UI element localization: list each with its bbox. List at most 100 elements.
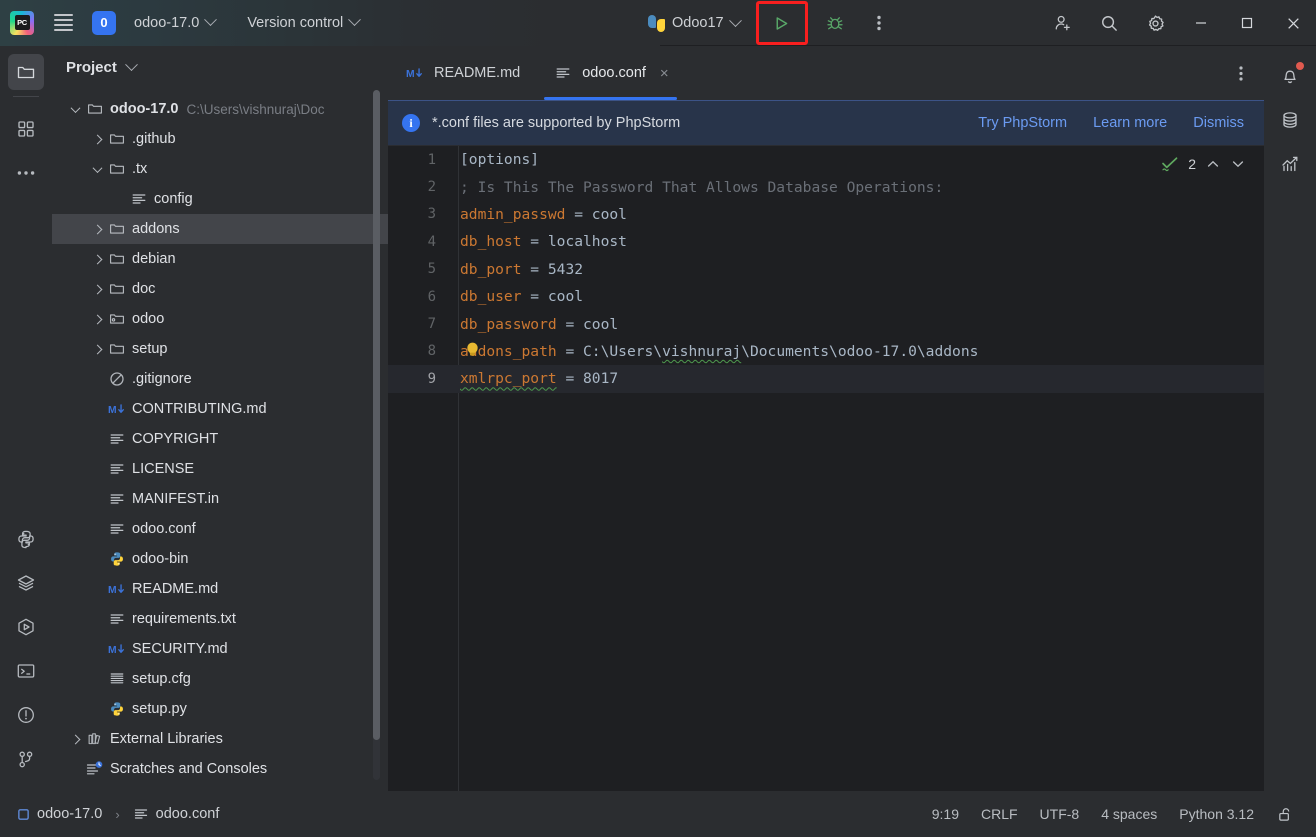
chevron-right-icon[interactable] [88, 334, 106, 364]
line-separator-widget[interactable]: CRLF [970, 801, 1029, 827]
chevron-up-icon[interactable] [1205, 156, 1221, 172]
tree-item-addons[interactable]: addons [52, 214, 388, 244]
sidebar-item-run[interactable] [8, 609, 44, 645]
tree-item-label: README.md [132, 581, 219, 597]
chevron-down-icon[interactable] [124, 57, 138, 71]
tree-item-manifest-in[interactable]: MANIFEST.in [52, 484, 388, 514]
breadcrumb-item-module[interactable]: odoo-17.0 [12, 803, 107, 825]
chevron-right-icon[interactable] [88, 274, 106, 304]
sidebar-item-terminal[interactable] [8, 653, 44, 689]
close-tab-icon[interactable]: × [660, 66, 669, 81]
banner-action-learn-more[interactable]: Learn more [1093, 115, 1167, 131]
tree-item-security-md[interactable]: M SECURITY.md [52, 634, 388, 664]
tree-item--gitignore[interactable]: .gitignore [52, 364, 388, 394]
close-icon[interactable] [1270, 0, 1316, 46]
tree-item-config[interactable]: config [52, 184, 388, 214]
debug-button[interactable] [818, 8, 852, 38]
tree-item-external-libraries[interactable]: External Libraries [52, 724, 388, 754]
tree-item-readme-md[interactable]: M README.md [52, 574, 388, 604]
sidebar-item-version-control[interactable] [8, 741, 44, 777]
chevron-down-icon[interactable] [88, 154, 106, 184]
tree-item--github[interactable]: .github [52, 124, 388, 154]
tree-item--tx[interactable]: .tx [52, 154, 388, 184]
sidebar-item-project[interactable] [8, 54, 44, 90]
tree-item-scratches-and-consoles[interactable]: Scratches and Consoles [52, 754, 388, 784]
chevron-right-icon[interactable] [88, 214, 106, 244]
hamburger-menu-icon[interactable] [48, 8, 78, 38]
banner-action-try-phpstorm[interactable]: Try PhpStorm [978, 115, 1067, 131]
tree-item-setup-cfg[interactable]: setup.cfg [52, 664, 388, 694]
chevron-down-icon[interactable] [66, 94, 84, 124]
folder-icon [106, 334, 128, 364]
code-line-1[interactable]: 1 [options] [388, 146, 1264, 173]
python-icon [106, 694, 128, 724]
tree-item-odoo-bin[interactable]: odoo-bin [52, 544, 388, 574]
inspection-widget[interactable]: 2 [1161, 156, 1246, 172]
code-line-6[interactable]: 6 db_user = cool [388, 283, 1264, 310]
banner-actions: Try PhpStorm Learn more Dismiss [978, 115, 1250, 131]
version-control-button[interactable]: Version control [238, 10, 368, 36]
tree-item-label: odoo-17.0 [110, 101, 179, 117]
maximize-icon[interactable] [1224, 0, 1270, 46]
tree-item-odoo-17-0[interactable]: odoo-17.0 C:\Users\vishnuraj\Doc [52, 94, 388, 124]
unlocked-icon[interactable] [1265, 802, 1304, 827]
status-bar: odoo-17.0 › odoo.conf 9:19 CRLF UTF-8 4 … [0, 791, 1316, 837]
more-vertical-icon[interactable] [862, 8, 896, 38]
editor-tab-readme-md[interactable]: M README.md [388, 46, 536, 100]
code-line-9[interactable]: 9 xmlrpc_port = 8017 [388, 365, 1264, 393]
tree-item-odoo[interactable]: odoo [52, 304, 388, 334]
gear-icon[interactable] [1132, 0, 1178, 46]
text-file-icon [134, 809, 147, 819]
tree-item-contributing-md[interactable]: M CONTRIBUTING.md [52, 394, 388, 424]
breadcrumb-item-file[interactable]: odoo.conf [128, 803, 225, 825]
chevron-down-icon[interactable] [1230, 156, 1246, 172]
add-user-icon[interactable] [1040, 0, 1086, 46]
code-line-7[interactable]: 7 db_password = cool [388, 310, 1264, 337]
code-line-3[interactable]: 3 admin_passwd = cool [388, 201, 1264, 228]
code-line-4[interactable]: 4 db_host = localhost [388, 228, 1264, 255]
project-name-button[interactable]: odoo-17.0 [125, 10, 224, 36]
tree-item-label: LICENSE [132, 461, 195, 477]
minimize-icon[interactable] [1178, 0, 1224, 46]
chevron-right-icon[interactable] [88, 304, 106, 334]
run-configuration-selector[interactable]: Odoo17 [640, 11, 748, 36]
tree-item-label: .tx [132, 161, 148, 177]
chevron-right-icon[interactable] [88, 124, 106, 154]
python-icon [648, 14, 665, 32]
interpreter-widget[interactable]: Python 3.12 [1168, 801, 1265, 827]
tree-item-requirements-txt[interactable]: requirements.txt [52, 604, 388, 634]
tree-item-license[interactable]: LICENSE [52, 454, 388, 484]
sidebar-item-layers[interactable] [8, 565, 44, 601]
sidebar-item-notifications[interactable] [1272, 58, 1308, 94]
project-vertical-scrollbar[interactable] [373, 90, 380, 780]
sidebar-item-problems[interactable] [8, 697, 44, 733]
chevron-right-icon[interactable] [88, 244, 106, 274]
caret-position-widget[interactable]: 9:19 [921, 801, 970, 827]
editor-tabs-more-icon[interactable] [1228, 60, 1254, 86]
sidebar-item-python-packages[interactable] [8, 521, 44, 557]
tree-item-doc[interactable]: doc [52, 274, 388, 304]
tree-item-setup-py[interactable]: setup.py [52, 694, 388, 724]
chevron-right-icon[interactable] [66, 724, 84, 754]
encoding-widget[interactable]: UTF-8 [1029, 801, 1091, 827]
tree-arrow-placeholder [88, 634, 106, 664]
code-editor[interactable]: 1 [options] 2 ; Is This The Password That A… [388, 146, 1264, 791]
tree-item-copyright[interactable]: COPYRIGHT [52, 424, 388, 454]
sidebar-item-structure[interactable] [8, 111, 44, 147]
tree-arrow-placeholder [88, 364, 106, 394]
tree-item-odoo-conf[interactable]: odoo.conf [52, 514, 388, 544]
sidebar-item-more[interactable] [8, 155, 44, 191]
indent-widget[interactable]: 4 spaces [1090, 801, 1168, 827]
search-icon[interactable] [1086, 0, 1132, 46]
tree-item-debian[interactable]: debian [52, 244, 388, 274]
tree-item-setup[interactable]: setup [52, 334, 388, 364]
intention-bulb-icon[interactable] [466, 342, 478, 357]
banner-action-dismiss[interactable]: Dismiss [1193, 115, 1244, 131]
code-line-2[interactable]: 2 ; Is This The Password That Allows Data… [388, 173, 1264, 200]
editor-tab-odoo-conf[interactable]: odoo.conf × [536, 46, 684, 100]
code-line-8[interactable]: 8 addons_path = C:\Users\vishnuraj\Docume… [388, 338, 1264, 365]
sidebar-item-database[interactable] [1272, 102, 1308, 138]
sidebar-item-profiler[interactable] [1272, 146, 1308, 182]
run-button[interactable] [765, 8, 799, 38]
code-line-5[interactable]: 5 db_port = 5432 [388, 256, 1264, 283]
